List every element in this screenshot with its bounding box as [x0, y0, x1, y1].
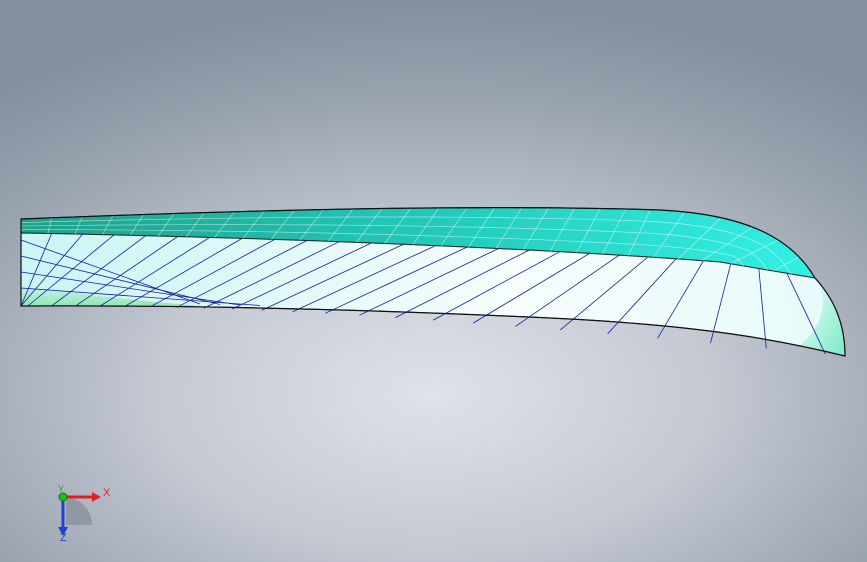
- 3d-viewport[interactable]: X Y Z: [0, 0, 867, 562]
- z-axis-label: Z: [60, 532, 67, 544]
- x-axis-label: X: [103, 487, 111, 499]
- orientation-triad[interactable]: [0, 0, 867, 562]
- y-axis-label: Y: [58, 484, 65, 494]
- x-axis-arrowhead: [92, 492, 101, 502]
- triad-shadow: [66, 497, 93, 525]
